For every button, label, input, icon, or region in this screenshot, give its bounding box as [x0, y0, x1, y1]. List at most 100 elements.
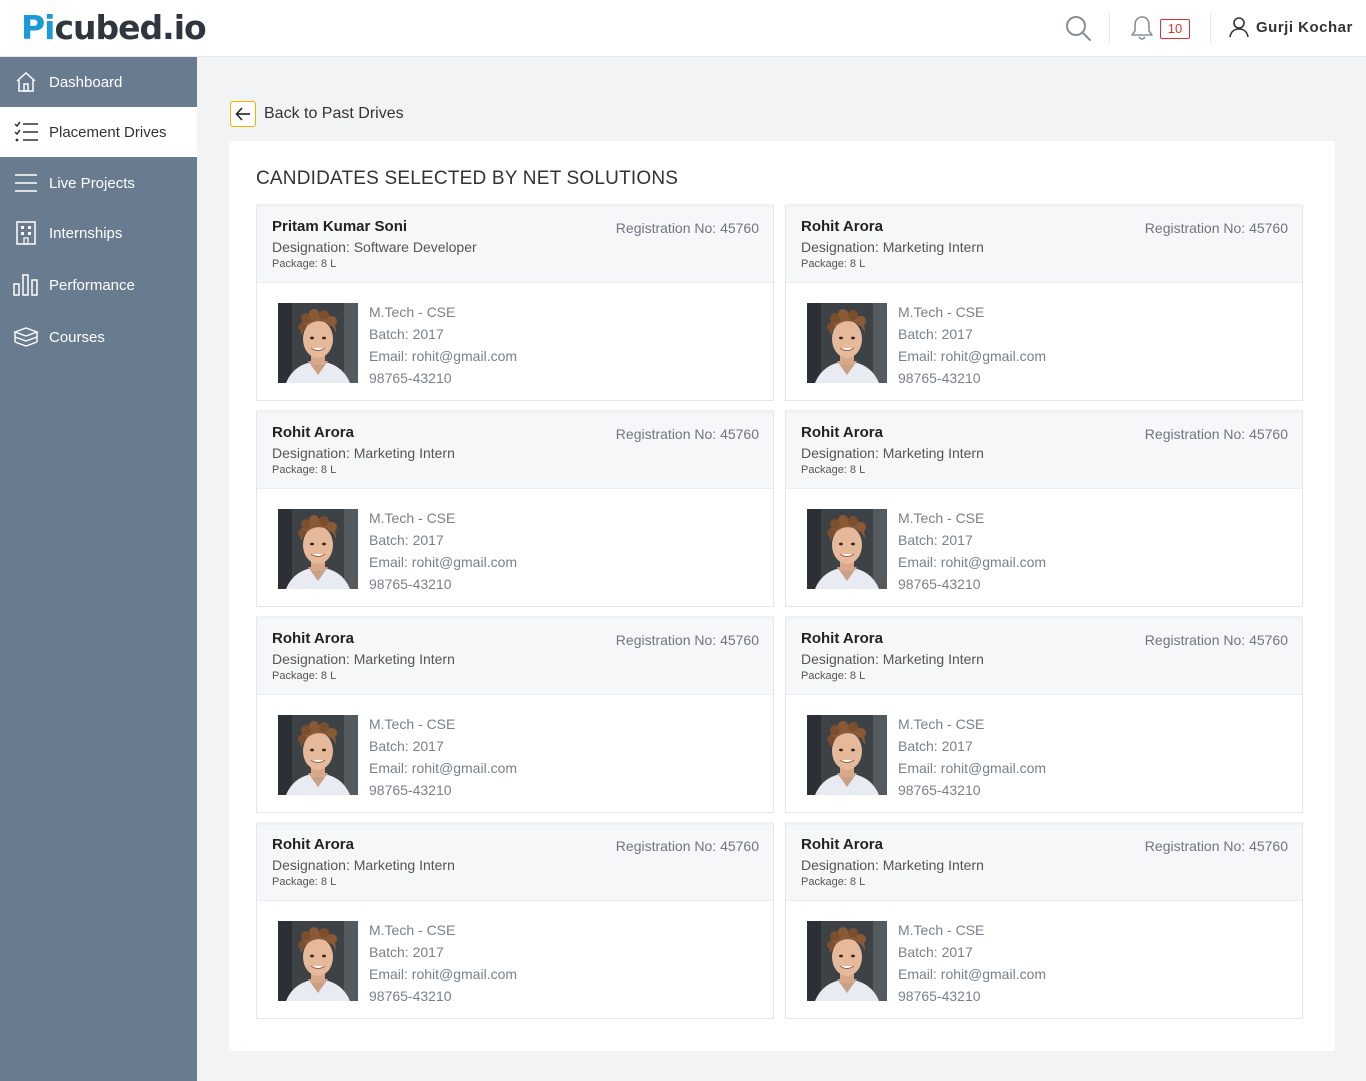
registration-number: Registration No: 45760 [615, 426, 759, 442]
candidate-details: M.Tech - CSE Batch: 2017 Email: rohit@gm… [369, 507, 517, 595]
package: Package: 8 L [801, 258, 866, 270]
registration-number: Registration No: 45760 [1144, 220, 1288, 236]
back-label[interactable]: Back to Past Drives [264, 105, 404, 123]
candidate-card[interactable]: Rohit Arora Registration No: 45760 Desig… [785, 204, 1303, 401]
candidate-card[interactable]: Pritam Kumar Soni Registration No: 45760… [256, 204, 774, 401]
designation: Designation: Software Developer [272, 239, 477, 255]
candidate-card-header: Rohit Arora Registration No: 45760 Desig… [786, 413, 1302, 489]
registration-number: Registration No: 45760 [615, 220, 759, 236]
candidate-name[interactable]: Pritam Kumar Soni [272, 218, 407, 235]
designation: Designation: Marketing Intern [272, 651, 455, 667]
phone: 98765-43210 [898, 782, 981, 798]
candidate-card[interactable]: Rohit Arora Registration No: 45760 Desig… [256, 822, 774, 1019]
app-logo[interactable]: Picubed.io [21, 8, 207, 47]
bell-icon[interactable] [1128, 14, 1156, 42]
books-icon [13, 324, 39, 350]
candidate-details: M.Tech - CSE Batch: 2017 Email: rohit@gm… [369, 301, 517, 389]
batch: Batch: 2017 [898, 738, 973, 754]
search-icon[interactable] [1064, 14, 1092, 42]
batch: Batch: 2017 [369, 944, 444, 960]
notification-count-badge[interactable]: 10 [1160, 19, 1190, 39]
checklist-icon [13, 119, 39, 145]
batch: Batch: 2017 [369, 738, 444, 754]
home-icon [13, 69, 39, 95]
sidebar-item-performance[interactable]: Performance [0, 260, 197, 310]
email: Email: rohit@gmail.com [898, 348, 1047, 364]
registration-number: Registration No: 45760 [615, 838, 759, 854]
package: Package: 8 L [801, 464, 866, 476]
candidate-details: M.Tech - CSE Batch: 2017 Email: rohit@gm… [898, 301, 1046, 389]
sidebar-item-dashboard[interactable]: Dashboard [0, 57, 197, 107]
candidate-card[interactable]: Rohit Arora Registration No: 45760 Desig… [785, 822, 1303, 1019]
arrow-left-icon[interactable] [230, 101, 256, 127]
designation: Designation: Marketing Intern [272, 857, 455, 873]
top-header: Picubed.io 10 Gurji Kochar [0, 0, 1366, 57]
designation: Designation: Marketing Intern [272, 445, 455, 461]
header-divider [1109, 14, 1110, 42]
candidate-card[interactable]: Rohit Arora Registration No: 45760 Desig… [785, 616, 1303, 813]
candidate-card-header: Rohit Arora Registration No: 45760 Desig… [257, 825, 773, 901]
user-name[interactable]: Gurji Kochar [1256, 19, 1353, 36]
registration-number: Registration No: 45760 [615, 632, 759, 648]
email: Email: rohit@gmail.com [369, 966, 518, 982]
phone: 98765-43210 [898, 576, 981, 592]
candidate-photo [807, 921, 887, 1001]
email: Email: rohit@gmail.com [898, 966, 1047, 982]
package: Package: 8 L [801, 876, 866, 888]
designation: Designation: Marketing Intern [801, 445, 984, 461]
sidebar: Dashboard Placement Drives Live Projects… [0, 57, 197, 1081]
phone: 98765-43210 [369, 782, 452, 798]
candidate-card-header: Rohit Arora Registration No: 45760 Desig… [257, 413, 773, 489]
candidate-card-header: Rohit Arora Registration No: 45760 Desig… [257, 619, 773, 695]
designation: Designation: Marketing Intern [801, 651, 984, 667]
candidate-details: M.Tech - CSE Batch: 2017 Email: rohit@gm… [369, 919, 517, 1007]
page-title: CANDIDATES SELECTED BY NET SOLUTIONS [256, 168, 679, 189]
candidate-photo [807, 715, 887, 795]
candidate-name[interactable]: Rohit Arora [272, 836, 354, 853]
candidate-photo [807, 303, 887, 383]
designation: Designation: Marketing Intern [801, 239, 984, 255]
candidate-photo [807, 509, 887, 589]
candidate-name[interactable]: Rohit Arora [801, 218, 883, 235]
candidate-card-header: Pritam Kumar Soni Registration No: 45760… [257, 207, 773, 283]
candidate-name[interactable]: Rohit Arora [801, 424, 883, 441]
candidate-name[interactable]: Rohit Arora [801, 836, 883, 853]
candidate-name[interactable]: Rohit Arora [801, 630, 883, 647]
degree: M.Tech - CSE [369, 716, 456, 732]
degree: M.Tech - CSE [369, 510, 456, 526]
package: Package: 8 L [801, 670, 866, 682]
sidebar-item-internships[interactable]: Internships [0, 208, 197, 258]
candidate-card-header: Rohit Arora Registration No: 45760 Desig… [786, 619, 1302, 695]
email: Email: rohit@gmail.com [369, 760, 518, 776]
candidate-card-header: Rohit Arora Registration No: 45760 Desig… [786, 207, 1302, 283]
batch: Batch: 2017 [898, 532, 973, 548]
package: Package: 8 L [272, 258, 337, 270]
candidate-card[interactable]: Rohit Arora Registration No: 45760 Desig… [256, 616, 774, 813]
sidebar-item-label: Placement Drives [49, 123, 167, 141]
candidate-name[interactable]: Rohit Arora [272, 424, 354, 441]
back-to-past-drives-link[interactable]: Back to Past Drives [230, 101, 404, 127]
sidebar-item-placement-drives[interactable]: Placement Drives [0, 107, 197, 157]
candidate-card[interactable]: Rohit Arora Registration No: 45760 Desig… [785, 410, 1303, 607]
user-icon[interactable] [1228, 16, 1250, 38]
batch: Batch: 2017 [898, 326, 973, 342]
degree: M.Tech - CSE [898, 716, 985, 732]
phone: 98765-43210 [369, 576, 452, 592]
candidate-photo [278, 303, 358, 383]
candidate-details: M.Tech - CSE Batch: 2017 Email: rohit@gm… [898, 507, 1046, 595]
sidebar-item-label: Performance [49, 276, 135, 294]
registration-number: Registration No: 45760 [1144, 838, 1288, 854]
sidebar-item-live-projects[interactable]: Live Projects [0, 158, 197, 208]
degree: M.Tech - CSE [898, 304, 985, 320]
sidebar-item-courses[interactable]: Courses [0, 312, 197, 362]
package: Package: 8 L [272, 876, 337, 888]
candidate-card[interactable]: Rohit Arora Registration No: 45760 Desig… [256, 410, 774, 607]
phone: 98765-43210 [369, 370, 452, 386]
registration-number: Registration No: 45760 [1144, 426, 1288, 442]
phone: 98765-43210 [898, 370, 981, 386]
menu-lines-icon [13, 170, 39, 196]
sidebar-item-label: Internships [49, 224, 123, 242]
email: Email: rohit@gmail.com [898, 554, 1047, 570]
header-divider [1210, 14, 1211, 42]
candidate-name[interactable]: Rohit Arora [272, 630, 354, 647]
